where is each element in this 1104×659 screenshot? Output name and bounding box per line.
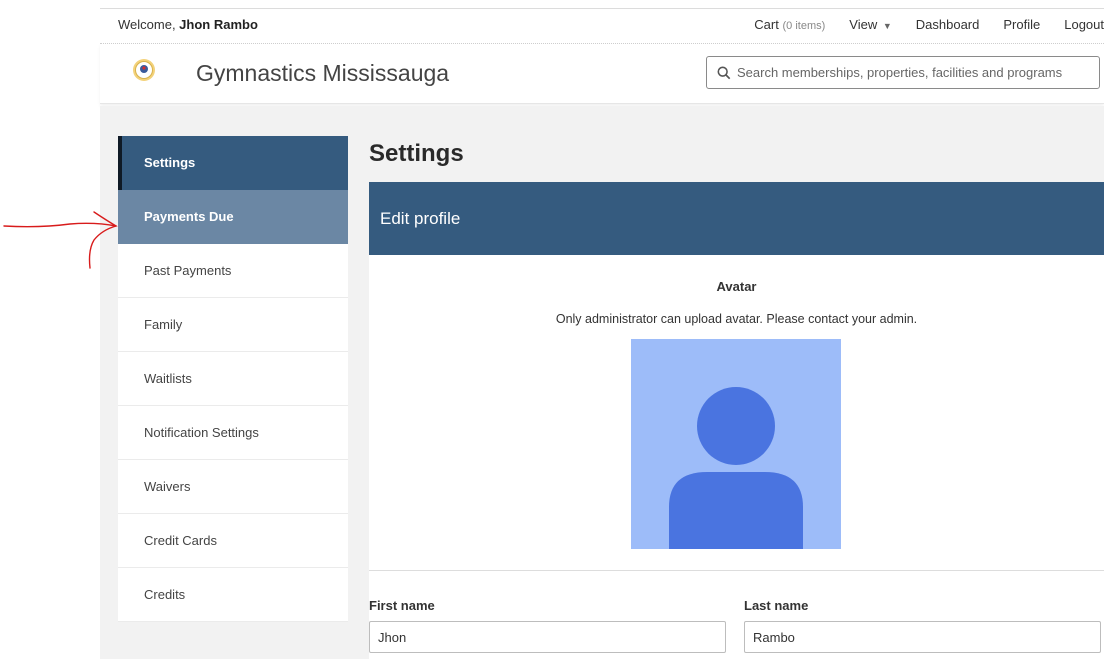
- settings-sidebar: Settings Payments Due Past Payments Fami…: [118, 136, 348, 622]
- edit-profile-panel: Edit profile Avatar Only administrator c…: [369, 182, 1104, 659]
- page-title: Settings: [369, 140, 464, 167]
- welcome-text: Welcome, Jhon Rambo: [118, 17, 258, 32]
- sidebar-item-payments-due[interactable]: Payments Due: [118, 190, 348, 244]
- avatar-label: Avatar: [716, 279, 757, 294]
- logout-link[interactable]: Logout: [1064, 17, 1104, 32]
- first-name-label: First name: [369, 598, 435, 613]
- search-input[interactable]: [731, 65, 1097, 80]
- top-bar: Welcome, Jhon Rambo Cart (0 items) View …: [100, 8, 1104, 44]
- sidebar-item-credits[interactable]: Credits: [118, 568, 348, 622]
- user-name: Jhon Rambo: [179, 17, 258, 32]
- view-label: View: [849, 17, 878, 32]
- view-dropdown[interactable]: View ▼: [849, 17, 892, 32]
- last-name-field[interactable]: [744, 621, 1101, 653]
- sidebar-item-past-payments[interactable]: Past Payments: [118, 244, 348, 298]
- brand-name[interactable]: Gymnastics Mississauga: [196, 60, 449, 87]
- search-icon[interactable]: [717, 66, 731, 80]
- sidebar-item-notification-settings[interactable]: Notification Settings: [118, 406, 348, 460]
- last-name-label: Last name: [744, 598, 809, 613]
- top-nav: Cart (0 items) View ▼ Dashboard Profile …: [754, 17, 1104, 32]
- cart-label: Cart: [754, 17, 779, 32]
- section-divider: [369, 570, 1104, 571]
- sidebar-item-settings[interactable]: Settings: [118, 136, 348, 190]
- profile-link[interactable]: Profile: [1003, 17, 1040, 32]
- caret-down-icon: ▼: [882, 21, 892, 31]
- sidebar-item-waitlists[interactable]: Waitlists: [118, 352, 348, 406]
- club-logo-icon[interactable]: [132, 58, 156, 82]
- cart-link[interactable]: Cart (0 items): [754, 17, 825, 32]
- first-name-field[interactable]: [369, 621, 726, 653]
- site-header: Gymnastics Mississauga: [100, 44, 1104, 104]
- cart-count: (0 items): [782, 20, 826, 32]
- avatar-note: Only administrator can upload avatar. Pl…: [555, 312, 918, 326]
- search-bar[interactable]: [706, 56, 1100, 89]
- sidebar-item-family[interactable]: Family: [118, 298, 348, 352]
- welcome-prefix: Welcome,: [118, 17, 180, 32]
- sidebar-item-credit-cards[interactable]: Credit Cards: [118, 514, 348, 568]
- user-avatar-icon: [631, 339, 841, 549]
- sidebar-item-waivers[interactable]: Waivers: [118, 460, 348, 514]
- dashboard-link[interactable]: Dashboard: [916, 17, 980, 32]
- panel-title: Edit profile: [369, 182, 1104, 255]
